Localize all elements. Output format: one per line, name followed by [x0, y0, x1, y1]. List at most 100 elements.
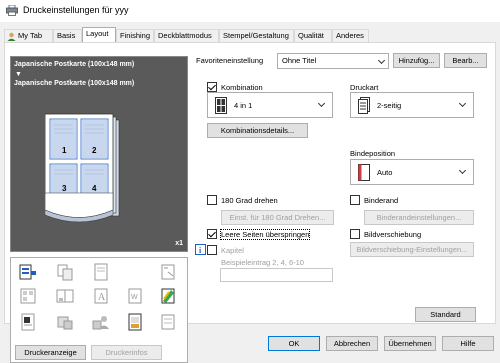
watermark-icon: W — [128, 288, 142, 304]
binding-margin-label: Binderand — [364, 196, 399, 205]
binding-page-icon — [358, 164, 370, 181]
binding-margin-settings-button[interactable]: Binderandeinstellungen... — [364, 210, 474, 225]
rotate-180-checkbox[interactable] — [207, 195, 217, 205]
button-label: Übernehmen — [388, 339, 432, 348]
chevron-down-icon: ▼ — [15, 71, 22, 78]
image-shift-label: Bildverschiebung — [364, 230, 422, 239]
tab-label: Basis — [57, 31, 76, 40]
add-favorite-button[interactable]: Hinzufüg... — [393, 53, 440, 68]
poster-icon — [128, 313, 142, 331]
print-type-dropdown[interactable]: 2-seitig — [350, 92, 474, 118]
button-label: Druckeranzeige — [24, 348, 77, 357]
tab-quality[interactable]: Qualität — [294, 29, 332, 42]
button-label: Hilfe — [460, 339, 476, 348]
chapter-input[interactable] — [220, 268, 333, 282]
finisher-icon[interactable] — [19, 263, 37, 281]
user-box-icon — [92, 316, 109, 330]
printer-icon — [6, 5, 18, 16]
svg-text:W: W — [131, 294, 138, 301]
print-type-value: 2-seitig — [377, 101, 402, 110]
tab-stamp-design[interactable]: Stempel/Gestaltung — [219, 29, 294, 42]
tab-layout[interactable]: Layout — [82, 27, 116, 43]
binding-position-label: Bindeposition — [350, 149, 396, 158]
info-icon: i — [195, 244, 206, 255]
duplex-page-icon — [358, 97, 370, 114]
help-button[interactable]: Hilfe — [442, 336, 494, 351]
staple-icon — [161, 264, 175, 280]
tab-label: Deckblattmodus — [158, 31, 212, 40]
tab-other[interactable]: Anderes — [332, 29, 369, 42]
duplex-icon — [94, 263, 108, 281]
skip-blank-pages-checkbox[interactable] — [207, 229, 217, 239]
button-label: Standard — [430, 310, 461, 319]
binding-margin-checkbox[interactable] — [350, 195, 360, 205]
apply-button[interactable]: Übernehmen — [384, 336, 436, 351]
chevron-down-icon — [377, 56, 386, 65]
favorites-dropdown[interactable]: Ohne Titel — [277, 53, 389, 69]
tab-label: Stempel/Gestaltung — [223, 31, 289, 40]
chapter-checkbox[interactable] — [207, 245, 217, 255]
ok-button[interactable]: OK — [268, 336, 320, 351]
chevron-down-icon — [458, 99, 467, 108]
color-icon[interactable] — [159, 287, 177, 305]
copies-count: x1 — [175, 240, 183, 247]
binding-position-value: Auto — [377, 168, 393, 177]
layout-panel: Japanische Postkarte (100x148 mm) ▼ Japa… — [4, 42, 496, 363]
tab-label: Layout — [86, 29, 109, 38]
button-label: Druckerinfos — [105, 348, 148, 357]
output-size-label: Japanische Postkarte (100x148 mm) — [14, 80, 135, 87]
combination-dropdown[interactable]: 4 in 1 — [207, 92, 333, 118]
button-label: Bildverschiebung-Einstellungen... — [356, 245, 468, 254]
booklet-icon — [56, 289, 74, 303]
cover-icon — [161, 314, 175, 330]
print-type-label: Druckart — [350, 83, 379, 92]
combination-checkbox[interactable] — [207, 82, 217, 92]
chevron-down-icon — [458, 166, 467, 175]
button-label: Einst. für 180 Grad Drehen... — [229, 213, 326, 222]
user-icon — [7, 32, 16, 41]
skip-blank-pages-label: Leere Seiten überspringen — [219, 229, 311, 240]
rotate-180-label: 180 Grad drehen — [221, 196, 278, 205]
image-shift-settings-button[interactable]: Bildverschiebung-Einstellungen... — [350, 242, 474, 257]
binding-position-dropdown[interactable]: Auto — [350, 159, 474, 185]
tab-label: My Tab — [18, 31, 43, 40]
chapter-label: Kapitel — [221, 246, 244, 255]
paper-size-label: Japanische Postkarte (100x148 mm) — [14, 61, 135, 68]
button-label: Kombinationsdetails... — [220, 126, 295, 135]
page-thumbnail — [45, 113, 120, 223]
function-icons-panel: A W Druckeranzeige Druckerinfos — [10, 257, 188, 363]
button-label: Bearb... — [452, 56, 479, 65]
combination-icon — [20, 288, 36, 304]
button-label: Binderandeinstellungen... — [376, 213, 462, 222]
image-shift-checkbox[interactable] — [350, 229, 360, 239]
chapter-hint: Beispieleintrag 2, 4, 6-10 — [221, 258, 304, 267]
tab-label: Anderes — [336, 31, 364, 40]
button-label: Hinzufüg... — [398, 56, 435, 65]
tab-basis[interactable]: Basis — [53, 29, 82, 42]
combination-value: 4 in 1 — [234, 101, 253, 110]
cancel-button[interactable]: Abbrechen — [326, 336, 378, 351]
button-label: Abbrechen — [333, 339, 371, 348]
edit-favorite-button[interactable]: Bearb... — [444, 53, 487, 68]
combination-label: Kombination — [221, 83, 263, 92]
font-icon: A — [94, 288, 108, 304]
standard-button[interactable]: Standard — [415, 307, 476, 322]
tab-cover-mode[interactable]: Deckblattmodus — [154, 29, 219, 42]
tab-label: Qualität — [298, 31, 324, 40]
combination-details-button[interactable]: Kombinationsdetails... — [207, 123, 308, 138]
button-label: OK — [288, 339, 300, 348]
print-settings-window: Druckeinstellungen für yyy My Tab Basis … — [0, 0, 500, 363]
document-icon — [21, 313, 35, 331]
tab-label: Finishing — [120, 31, 151, 40]
favorites-label: Favoriteneinstellung — [196, 56, 264, 65]
tab-finishing[interactable]: Finishing — [116, 29, 154, 42]
paper-preview: Japanische Postkarte (100x148 mm) ▼ Japa… — [10, 56, 188, 252]
window-title: Druckeinstellungen für yyy — [23, 5, 129, 15]
tab-my-tab[interactable]: My Tab — [4, 29, 53, 42]
svg-text:A: A — [98, 292, 106, 303]
rotate-settings-button[interactable]: Einst. für 180 Grad Drehen... — [221, 210, 334, 225]
title-bar: Druckeinstellungen für yyy — [0, 0, 500, 22]
copy-icon — [57, 264, 73, 281]
chevron-down-icon — [317, 99, 326, 108]
four-in-one-icon — [215, 97, 227, 114]
